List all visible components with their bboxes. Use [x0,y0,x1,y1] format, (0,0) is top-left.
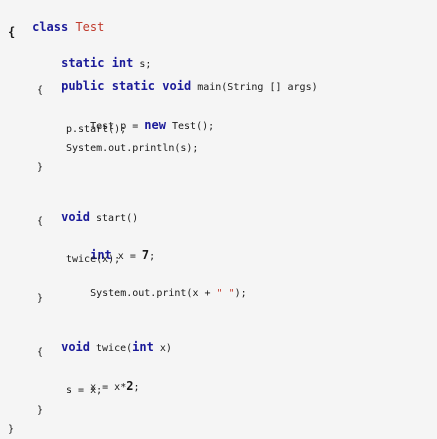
main-signature-rest: main(String [] args) [191,82,318,93]
code-block: class Test { static int s; public static… [0,0,437,439]
string-literal-space: " " [216,288,235,299]
int-x-end: ; [149,251,156,262]
class-name: Test [75,20,105,34]
print-pre: System.out.print(x + [90,288,217,299]
code-line-class-open-brace: { [8,25,16,39]
keyword-int: int [132,340,154,354]
code-line-start-open-brace: { [37,216,44,227]
twice-signature-rest: x) [153,343,172,354]
code-line-print: System.out.print(x + " "); [66,273,247,299]
code-line-main-open-brace: { [37,85,44,96]
code-line-start-close-brace: } [37,293,44,304]
start-signature-rest: start() [90,213,139,224]
code-line-class-close-brace: } [8,424,15,435]
keyword-public: public [61,79,105,93]
keyword-void: void [61,340,90,354]
code-line-double-x: x = x*2; [66,365,139,393]
code-line-int-x: int x = 7; [66,234,155,262]
code-line-twice-signature: void twice(int x) [37,326,172,354]
code-line-class-declaration: class Test [8,6,104,34]
code-line-assign-s: s = x; [66,385,103,396]
code-line-twice-close-brace: } [37,405,44,416]
keyword-new: new [144,118,166,132]
keyword-void: void [61,210,90,224]
double-x-end: ; [133,382,140,393]
code-line-println: System.out.println(s); [66,143,199,154]
code-line-main-close-brace: } [37,162,44,173]
keyword-class: class [32,20,69,34]
new-test-post: Test(); [165,121,215,132]
code-line-new-test: Test p = new Test(); [66,104,214,132]
code-line-call-start: p.start(); [66,124,127,135]
keyword-static: static [111,79,156,93]
print-post: ); [234,288,247,299]
code-line-twice-open-brace: { [37,347,44,358]
keyword-void: void [162,79,192,93]
code-line-main-signature: public static void main(String [] args) [37,65,318,93]
twice-signature-mid: twice( [90,343,133,354]
code-line-field-declaration: static int s; [37,42,151,70]
code-line-start-signature: void start() [37,196,138,224]
code-line-call-twice: twice(x); [66,254,121,265]
